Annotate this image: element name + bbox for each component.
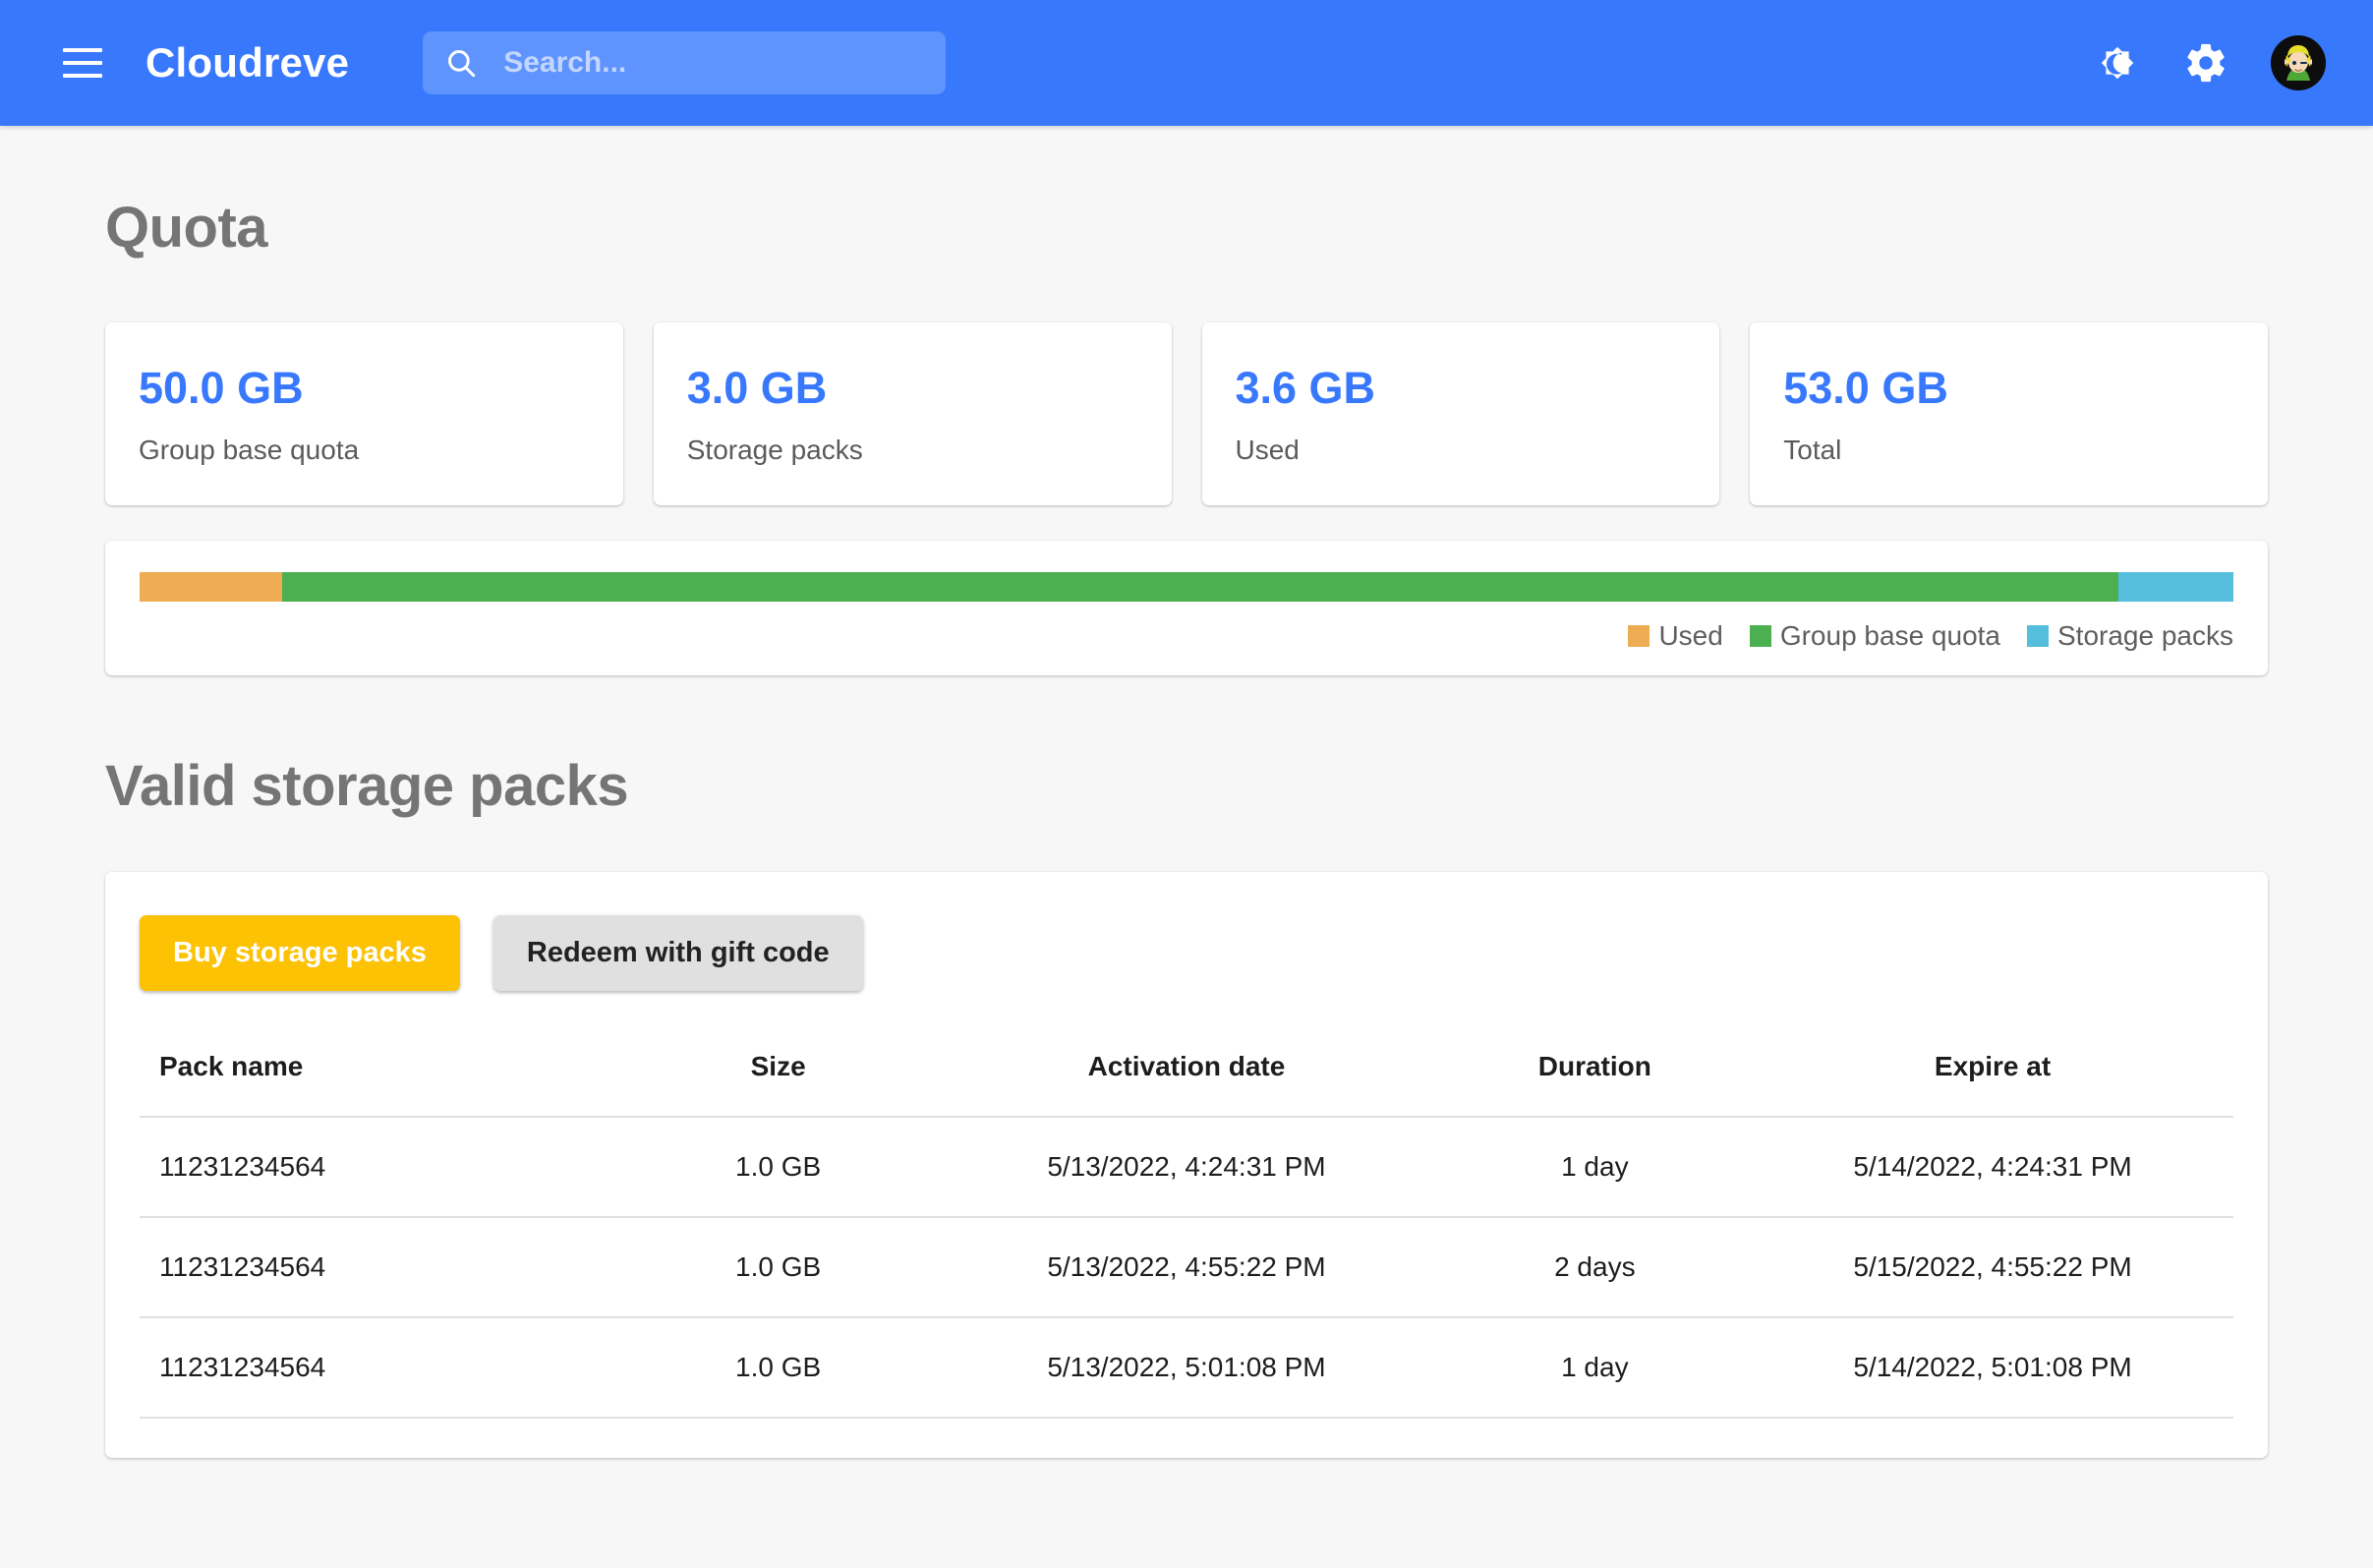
search-box[interactable] bbox=[423, 31, 947, 94]
cell-pack-name: 11231234564 bbox=[140, 1317, 621, 1419]
table-row[interactable]: 11231234564 1.0 GB 5/13/2022, 4:24:31 PM 1 … bbox=[140, 1117, 2233, 1218]
quota-page-title: Quota bbox=[105, 196, 268, 260]
legend-item-storage-packs[interactable]: Storage packs bbox=[2027, 620, 2233, 652]
quota-card-value: 50.0 GB bbox=[139, 363, 304, 413]
quota-card-value: 3.0 GB bbox=[686, 363, 828, 413]
page-content: Quota 50.0 GB Group base quota 3.0 GB St… bbox=[0, 126, 2373, 1458]
settings-button[interactable] bbox=[2178, 35, 2233, 90]
table-body: 11231234564 1.0 GB 5/13/2022, 4:24:31 PM 1 … bbox=[140, 1117, 2233, 1419]
column-header-pack-name: Pack name bbox=[140, 1034, 621, 1118]
cell-duration: 1 day bbox=[1437, 1117, 1753, 1218]
avatar-icon bbox=[2271, 35, 2326, 90]
cell-size: 1.0 GB bbox=[620, 1317, 936, 1419]
search-icon bbox=[448, 50, 476, 78]
cell-expire-at: 5/15/2022, 4:55:22 PM bbox=[1752, 1217, 2233, 1318]
hamburger-bar bbox=[63, 74, 102, 78]
cell-pack-name: 11231234564 bbox=[140, 1217, 621, 1318]
search-input[interactable] bbox=[503, 46, 925, 80]
table-header: Pack name Size Activation date Duration … bbox=[140, 1034, 2233, 1118]
quota-card-label: Group base quota bbox=[139, 435, 360, 465]
dark-mode-toggle-button[interactable] bbox=[2090, 35, 2145, 90]
cell-size: 1.0 GB bbox=[620, 1217, 936, 1318]
hamburger-bar bbox=[63, 61, 102, 65]
quota-card-label: Used bbox=[1235, 435, 1300, 465]
buy-storage-packs-button[interactable]: Buy storage packs bbox=[140, 915, 460, 991]
cell-duration: 1 day bbox=[1437, 1317, 1753, 1419]
quota-card-value: 53.0 GB bbox=[1783, 363, 1948, 413]
column-header-duration: Duration bbox=[1437, 1034, 1753, 1118]
quota-card-label: Storage packs bbox=[686, 435, 863, 465]
cell-activation-date: 5/13/2022, 4:55:22 PM bbox=[935, 1217, 1438, 1318]
app-header: Cloudreve bbox=[0, 0, 2373, 126]
quota-card-group-base-quota: 50.0 GB Group base quota bbox=[105, 322, 623, 505]
cell-activation-date: 5/13/2022, 5:01:08 PM bbox=[935, 1317, 1438, 1419]
usage-segment-group-base-quota bbox=[281, 572, 2118, 602]
user-avatar[interactable] bbox=[2271, 35, 2326, 90]
app-brand-title: Cloudreve bbox=[145, 39, 350, 86]
cell-expire-at: 5/14/2022, 4:24:31 PM bbox=[1752, 1117, 2233, 1218]
quota-cards: 50.0 GB Group base quota 3.0 GB Storage … bbox=[105, 322, 2268, 505]
usage-bar-panel: Used Group base quota Storage packs bbox=[105, 541, 2268, 675]
hamburger-menu-icon[interactable] bbox=[57, 37, 108, 88]
cell-duration: 2 days bbox=[1437, 1217, 1753, 1318]
column-header-expire-at: Expire at bbox=[1752, 1034, 2233, 1118]
column-header-activation-date: Activation date bbox=[935, 1034, 1438, 1118]
legend-item-group-base-quota[interactable]: Group base quota bbox=[1749, 620, 2000, 652]
hamburger-bar bbox=[63, 48, 102, 52]
redeem-gift-code-button[interactable]: Redeem with gift code bbox=[492, 915, 863, 991]
storage-usage-bar bbox=[140, 572, 2233, 602]
legend-label: Used bbox=[1658, 620, 1723, 651]
cell-activation-date: 5/13/2022, 4:24:31 PM bbox=[935, 1117, 1438, 1218]
storage-packs-table: Pack name Size Activation date Duration … bbox=[140, 1034, 2233, 1419]
legend-swatch bbox=[2027, 625, 2049, 647]
usage-segment-used bbox=[140, 572, 282, 602]
usage-segment-storage-packs bbox=[2117, 572, 2233, 602]
quota-card-storage-packs: 3.0 GB Storage packs bbox=[653, 322, 1172, 505]
legend-swatch bbox=[1628, 625, 1650, 647]
packs-action-buttons: Buy storage packs Redeem with gift code bbox=[140, 915, 2233, 991]
table-row[interactable]: 11231234564 1.0 GB 5/13/2022, 5:01:08 PM 1 … bbox=[140, 1317, 2233, 1419]
valid-storage-packs-title: Valid storage packs bbox=[105, 754, 629, 818]
table-row[interactable]: 11231234564 1.0 GB 5/13/2022, 4:55:22 PM 2 … bbox=[140, 1217, 2233, 1318]
quota-card-value: 3.6 GB bbox=[1235, 363, 1376, 413]
quota-card-label: Total bbox=[1783, 435, 1842, 465]
cell-size: 1.0 GB bbox=[620, 1117, 936, 1218]
legend-item-used[interactable]: Used bbox=[1628, 620, 1723, 652]
gear-icon bbox=[2187, 43, 2225, 83]
table-header-row: Pack name Size Activation date Duration … bbox=[140, 1034, 2233, 1118]
quota-card-total: 53.0 GB Total bbox=[1750, 322, 2268, 505]
header-actions bbox=[2090, 35, 2326, 90]
storage-packs-panel: Buy storage packs Redeem with gift code … bbox=[105, 872, 2268, 1458]
legend-swatch bbox=[1749, 625, 1771, 647]
cell-pack-name: 11231234564 bbox=[140, 1117, 621, 1218]
cell-expire-at: 5/14/2022, 5:01:08 PM bbox=[1752, 1317, 2233, 1419]
legend-label: Storage packs bbox=[2057, 620, 2233, 651]
legend-label: Group base quota bbox=[1779, 620, 2000, 651]
storage-usage-legend: Used Group base quota Storage packs bbox=[140, 620, 2233, 652]
brightness-moon-icon bbox=[2101, 46, 2134, 80]
quota-card-used: 3.6 GB Used bbox=[1201, 322, 1720, 505]
column-header-size: Size bbox=[620, 1034, 936, 1118]
